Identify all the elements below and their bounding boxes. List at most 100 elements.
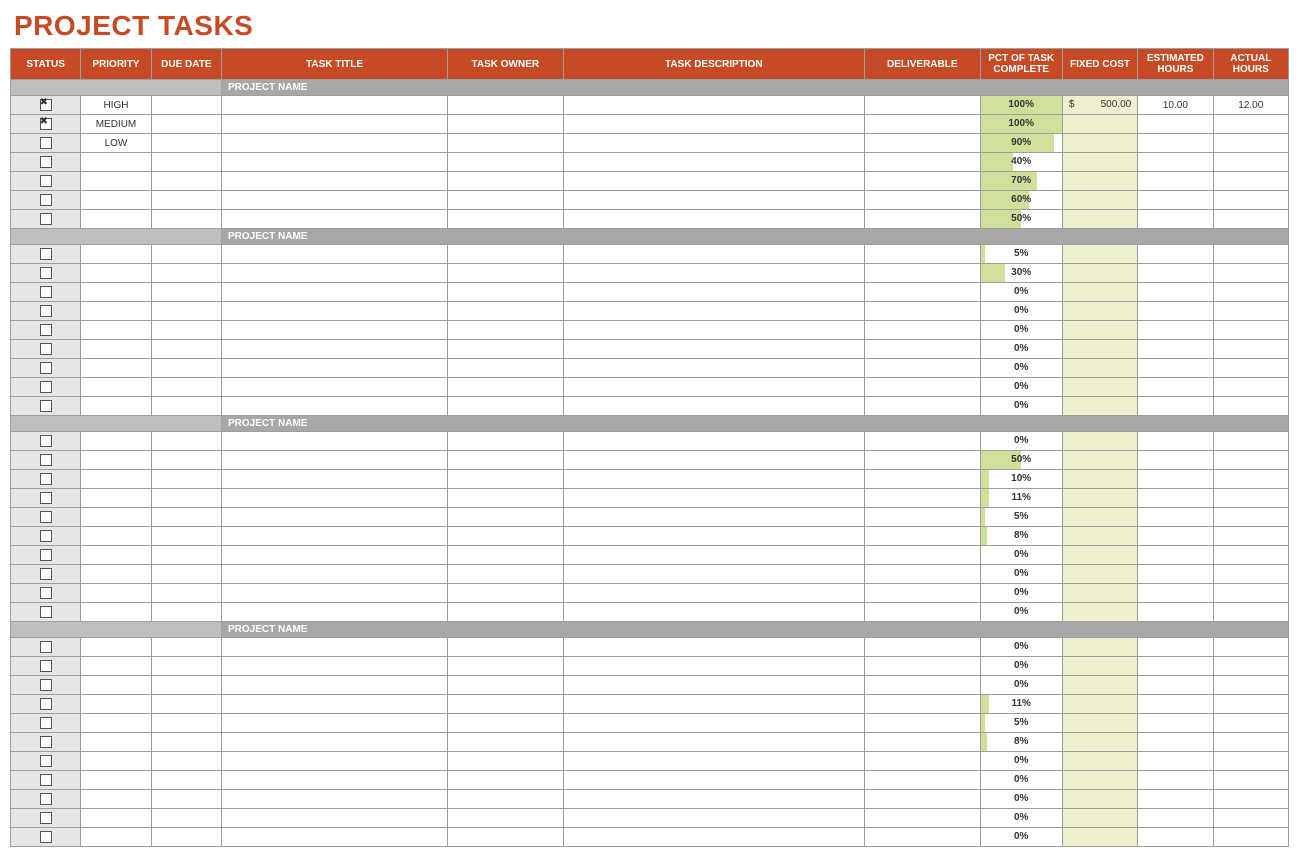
status-checkbox[interactable] [40, 679, 52, 691]
status-cell[interactable] [11, 603, 81, 622]
status-cell[interactable] [11, 245, 81, 264]
status-cell[interactable] [11, 264, 81, 283]
priority-cell[interactable] [81, 657, 151, 676]
fixed-cost-cell[interactable] [1062, 527, 1137, 546]
estimated-hours-cell[interactable] [1138, 378, 1213, 397]
status-cell[interactable] [11, 283, 81, 302]
deliverable-cell[interactable] [864, 153, 980, 172]
deliverable-cell[interactable] [864, 809, 980, 828]
priority-cell[interactable] [81, 378, 151, 397]
estimated-hours-cell[interactable] [1138, 676, 1213, 695]
pct-complete-cell[interactable]: 0% [980, 603, 1062, 622]
deliverable-cell[interactable] [864, 264, 980, 283]
pct-complete-cell[interactable]: 0% [980, 638, 1062, 657]
status-cell[interactable] [11, 340, 81, 359]
task-owner-cell[interactable] [448, 527, 564, 546]
status-checkbox[interactable] [40, 362, 52, 374]
task-desc-cell[interactable] [563, 714, 864, 733]
deliverable-cell[interactable] [864, 134, 980, 153]
task-title-cell[interactable] [221, 676, 447, 695]
due-date-cell[interactable] [151, 809, 221, 828]
task-owner-cell[interactable] [448, 397, 564, 416]
task-title-cell[interactable] [221, 771, 447, 790]
pct-complete-cell[interactable]: 100% [980, 96, 1062, 115]
priority-cell[interactable] [81, 283, 151, 302]
estimated-hours-cell[interactable] [1138, 359, 1213, 378]
status-checkbox[interactable] [40, 99, 52, 111]
task-title-cell[interactable] [221, 714, 447, 733]
fixed-cost-cell[interactable] [1062, 397, 1137, 416]
status-cell[interactable] [11, 451, 81, 470]
actual-hours-cell[interactable] [1213, 714, 1288, 733]
status-checkbox[interactable] [40, 793, 52, 805]
status-cell[interactable] [11, 771, 81, 790]
due-date-cell[interactable] [151, 527, 221, 546]
task-title-cell[interactable] [221, 283, 447, 302]
estimated-hours-cell[interactable] [1138, 321, 1213, 340]
actual-hours-cell[interactable] [1213, 771, 1288, 790]
fixed-cost-cell[interactable] [1062, 676, 1137, 695]
pct-complete-cell[interactable]: 5% [980, 245, 1062, 264]
priority-cell[interactable] [81, 695, 151, 714]
pct-complete-cell[interactable]: 0% [980, 378, 1062, 397]
task-title-cell[interactable] [221, 172, 447, 191]
status-cell[interactable] [11, 470, 81, 489]
task-owner-cell[interactable] [448, 565, 564, 584]
estimated-hours-cell[interactable] [1138, 210, 1213, 229]
status-checkbox[interactable] [40, 286, 52, 298]
actual-hours-cell[interactable] [1213, 676, 1288, 695]
deliverable-cell[interactable] [864, 340, 980, 359]
status-checkbox[interactable] [40, 587, 52, 599]
actual-hours-cell[interactable] [1213, 359, 1288, 378]
task-desc-cell[interactable] [563, 508, 864, 527]
status-cell[interactable] [11, 134, 81, 153]
task-owner-cell[interactable] [448, 245, 564, 264]
task-owner-cell[interactable] [448, 584, 564, 603]
status-cell[interactable] [11, 676, 81, 695]
estimated-hours-cell[interactable] [1138, 828, 1213, 847]
estimated-hours-cell[interactable] [1138, 695, 1213, 714]
status-cell[interactable] [11, 115, 81, 134]
actual-hours-cell[interactable] [1213, 115, 1288, 134]
deliverable-cell[interactable] [864, 508, 980, 527]
status-cell[interactable] [11, 432, 81, 451]
task-desc-cell[interactable] [563, 340, 864, 359]
estimated-hours-cell[interactable] [1138, 134, 1213, 153]
task-title-cell[interactable] [221, 565, 447, 584]
fixed-cost-cell[interactable] [1062, 378, 1137, 397]
task-owner-cell[interactable] [448, 714, 564, 733]
estimated-hours-cell[interactable] [1138, 527, 1213, 546]
status-cell[interactable] [11, 397, 81, 416]
actual-hours-cell[interactable] [1213, 172, 1288, 191]
estimated-hours-cell[interactable] [1138, 340, 1213, 359]
priority-cell[interactable] [81, 508, 151, 527]
due-date-cell[interactable] [151, 752, 221, 771]
pct-complete-cell[interactable]: 11% [980, 695, 1062, 714]
deliverable-cell[interactable] [864, 714, 980, 733]
pct-complete-cell[interactable]: 0% [980, 283, 1062, 302]
status-cell[interactable] [11, 378, 81, 397]
status-cell[interactable] [11, 96, 81, 115]
task-owner-cell[interactable] [448, 695, 564, 714]
actual-hours-cell[interactable] [1213, 153, 1288, 172]
pct-complete-cell[interactable]: 5% [980, 508, 1062, 527]
fixed-cost-cell[interactable] [1062, 638, 1137, 657]
estimated-hours-cell[interactable] [1138, 790, 1213, 809]
status-checkbox[interactable] [40, 137, 52, 149]
priority-cell[interactable] [81, 752, 151, 771]
task-desc-cell[interactable] [563, 584, 864, 603]
task-owner-cell[interactable] [448, 210, 564, 229]
fixed-cost-cell[interactable] [1062, 302, 1137, 321]
task-title-cell[interactable] [221, 153, 447, 172]
status-cell[interactable] [11, 584, 81, 603]
status-checkbox[interactable] [40, 305, 52, 317]
task-owner-cell[interactable] [448, 172, 564, 191]
estimated-hours-cell[interactable] [1138, 283, 1213, 302]
task-owner-cell[interactable] [448, 134, 564, 153]
task-desc-cell[interactable] [563, 470, 864, 489]
estimated-hours-cell[interactable] [1138, 432, 1213, 451]
status-cell[interactable] [11, 508, 81, 527]
due-date-cell[interactable] [151, 508, 221, 527]
actual-hours-cell[interactable] [1213, 584, 1288, 603]
actual-hours-cell[interactable] [1213, 489, 1288, 508]
